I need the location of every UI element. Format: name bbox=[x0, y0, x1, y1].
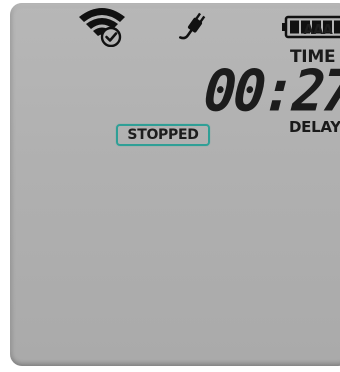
battery-type-label: AAA bbox=[303, 23, 333, 38]
status-text: STOPPED bbox=[127, 127, 199, 143]
lcd-screen: AAA TIME 00:27 DELAY STOPPED bbox=[10, 3, 340, 366]
wifi-connected-icon bbox=[79, 8, 125, 47]
status-badge: STOPPED bbox=[116, 124, 210, 146]
time-display: 00:27 bbox=[201, 57, 340, 125]
plug-icon bbox=[179, 12, 206, 40]
delay-label: DELAY bbox=[289, 118, 340, 136]
